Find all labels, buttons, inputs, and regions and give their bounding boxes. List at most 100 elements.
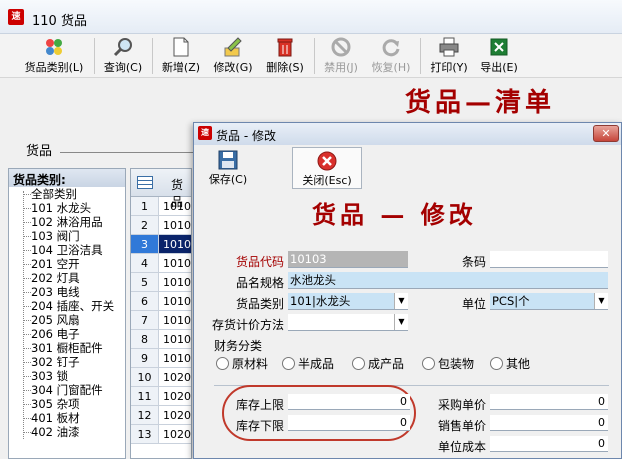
tree-item[interactable]: 205 风扇 (13, 313, 125, 327)
spec-field[interactable]: 水池龙头 (288, 272, 608, 289)
edit-button[interactable]: 修改(G) (210, 34, 256, 78)
tree-item[interactable]: 104 卫浴洁具 (13, 243, 125, 257)
table-row[interactable]: 12 1020 (131, 406, 191, 425)
table-row[interactable]: 6 1010 (131, 292, 191, 311)
unit-label: 单位 (462, 297, 487, 311)
grid-header: 货品 (131, 169, 191, 209)
table-row[interactable]: 10 1020 (131, 368, 191, 387)
delete-button-label: 删除(S) (266, 61, 304, 74)
cost-method-label: 存货计价方法 (212, 318, 285, 332)
close-button[interactable]: 关闭(Esc) (292, 147, 362, 189)
edit-dialog: 速 货品 - 修改 ✕ 保存(C) 关闭(Esc) 货品 — 修改 货品代码 1… (193, 122, 622, 459)
unit-cost-label: 单位成本 (438, 440, 487, 454)
radio-other[interactable]: 其他 (490, 355, 530, 372)
tree-item[interactable]: 301 橱柜配件 (13, 341, 125, 355)
category-select-value: 101|水龙头 (290, 294, 351, 308)
close-circle-icon (317, 151, 337, 171)
table-row[interactable]: 8 1010 (131, 330, 191, 349)
radio-finished-product[interactable]: 成产品 (352, 355, 404, 372)
cost-method-select[interactable]: ▼ (288, 314, 408, 331)
tree-item[interactable]: 全部类别 (13, 187, 125, 201)
sale-price-field[interactable]: 0 (490, 415, 608, 431)
filter-input[interactable] (60, 152, 200, 153)
code-field[interactable]: 10103 (288, 251, 408, 268)
finance-radio-group: 原材料 半成品 成产品 包装物 其他 (214, 355, 609, 375)
tree-item[interactable]: 204 插座、开关 (13, 299, 125, 313)
unit-cost-field[interactable]: 0 (490, 436, 608, 452)
category-panel-header: 货品类别: (9, 169, 125, 187)
filter-label: 货品 (26, 144, 53, 159)
excel-icon (490, 38, 508, 56)
dialog-close-x-button[interactable]: ✕ (593, 125, 619, 142)
purchase-price-label: 采购单价 (438, 398, 487, 412)
row-number: 11 (131, 387, 159, 405)
category-button-label: 货品类别(L) (24, 61, 84, 74)
row-number: 8 (131, 330, 159, 348)
tree-item[interactable]: 101 水龙头 (13, 201, 125, 215)
category-label: 货品类别 (236, 297, 285, 311)
disable-button[interactable]: 禁用(J) (318, 34, 364, 78)
table-row[interactable]: 13 1020 (131, 425, 191, 444)
stock-min-field[interactable]: 0 (288, 415, 410, 431)
table-row[interactable]: 11 1020 (131, 387, 191, 406)
table-row-selected[interactable]: 3 1010 (131, 235, 191, 254)
row-number: 6 (131, 292, 159, 310)
tree-item[interactable]: 302 钉子 (13, 355, 125, 369)
tree-item[interactable]: 401 板材 (13, 411, 125, 425)
dialog-toolbar: 保存(C) 关闭(Esc) (194, 145, 621, 191)
table-row[interactable]: 9 1010 (131, 349, 191, 368)
disable-button-label: 禁用(J) (324, 61, 358, 74)
chevron-down-icon[interactable]: ▼ (394, 314, 408, 330)
query-button-label: 查询(C) (103, 61, 143, 74)
barcode-field[interactable] (490, 251, 608, 268)
print-button[interactable]: 打印(Y) (426, 34, 472, 78)
row-number: 10 (131, 368, 159, 386)
row-code: 1010 (163, 219, 191, 232)
table-row[interactable]: 2 1010 (131, 216, 191, 235)
row-number: 5 (131, 273, 159, 291)
table-row[interactable]: 4 1010 (131, 254, 191, 273)
tree-item[interactable]: 305 杂项 (13, 397, 125, 411)
row-code: 1010 (163, 295, 191, 308)
dialog-title: 货品 - 修改 (216, 129, 276, 143)
tree-item[interactable]: 303 锁 (13, 369, 125, 383)
add-button[interactable]: 新增(Z) (158, 34, 204, 78)
dialog-titlebar[interactable]: 速 货品 - 修改 ✕ (194, 123, 621, 145)
tree-item[interactable]: 304 门窗配件 (13, 383, 125, 397)
stock-max-field[interactable]: 0 (288, 394, 410, 410)
category-select[interactable]: 101|水龙头 ▼ (288, 293, 408, 310)
toolbar-divider (314, 38, 315, 74)
table-row[interactable]: 7 1010 (131, 311, 191, 330)
tree-item[interactable]: 103 阀门 (13, 229, 125, 243)
tree-item[interactable]: 402 油漆 (13, 425, 125, 439)
category-tree: 全部类别 101 水龙头 102 淋浴用品 103 阀门 104 卫浴洁具 20… (9, 187, 125, 439)
row-code: 1010 (163, 333, 191, 346)
export-button[interactable]: 导出(E) (476, 34, 522, 78)
radio-raw-material[interactable]: 原材料 (216, 355, 268, 372)
category-button[interactable]: 货品类别(L) (22, 34, 86, 78)
radio-packaging[interactable]: 包装物 (422, 355, 474, 372)
row-number: 12 (131, 406, 159, 424)
tree-item[interactable]: 203 电线 (13, 285, 125, 299)
row-number: 13 (131, 425, 159, 443)
purchase-price-field[interactable]: 0 (490, 394, 608, 410)
tree-item[interactable]: 202 灯具 (13, 271, 125, 285)
tree-item[interactable]: 102 淋浴用品 (13, 215, 125, 229)
grid-settings-icon[interactable] (137, 176, 153, 189)
window-title: 110 货品 (32, 14, 87, 29)
dialog-logo-icon: 速 (198, 126, 212, 140)
category-icon (46, 39, 62, 55)
radio-semi-finished[interactable]: 半成品 (282, 355, 334, 372)
delete-button[interactable]: 删除(S) (262, 34, 308, 78)
query-button[interactable]: 查询(C) (100, 34, 146, 78)
save-button[interactable]: 保存(C) (206, 147, 250, 189)
unit-select[interactable]: PCS|个 ▼ (490, 293, 608, 310)
chevron-down-icon[interactable]: ▼ (394, 293, 408, 309)
chevron-down-icon[interactable]: ▼ (594, 293, 608, 309)
restore-button[interactable]: 恢复(H) (368, 34, 414, 78)
toolbar-divider (94, 38, 95, 74)
tree-item[interactable]: 201 空开 (13, 257, 125, 271)
table-row[interactable]: 5 1010 (131, 273, 191, 292)
tree-item[interactable]: 206 电子 (13, 327, 125, 341)
export-button-label: 导出(E) (480, 61, 518, 74)
